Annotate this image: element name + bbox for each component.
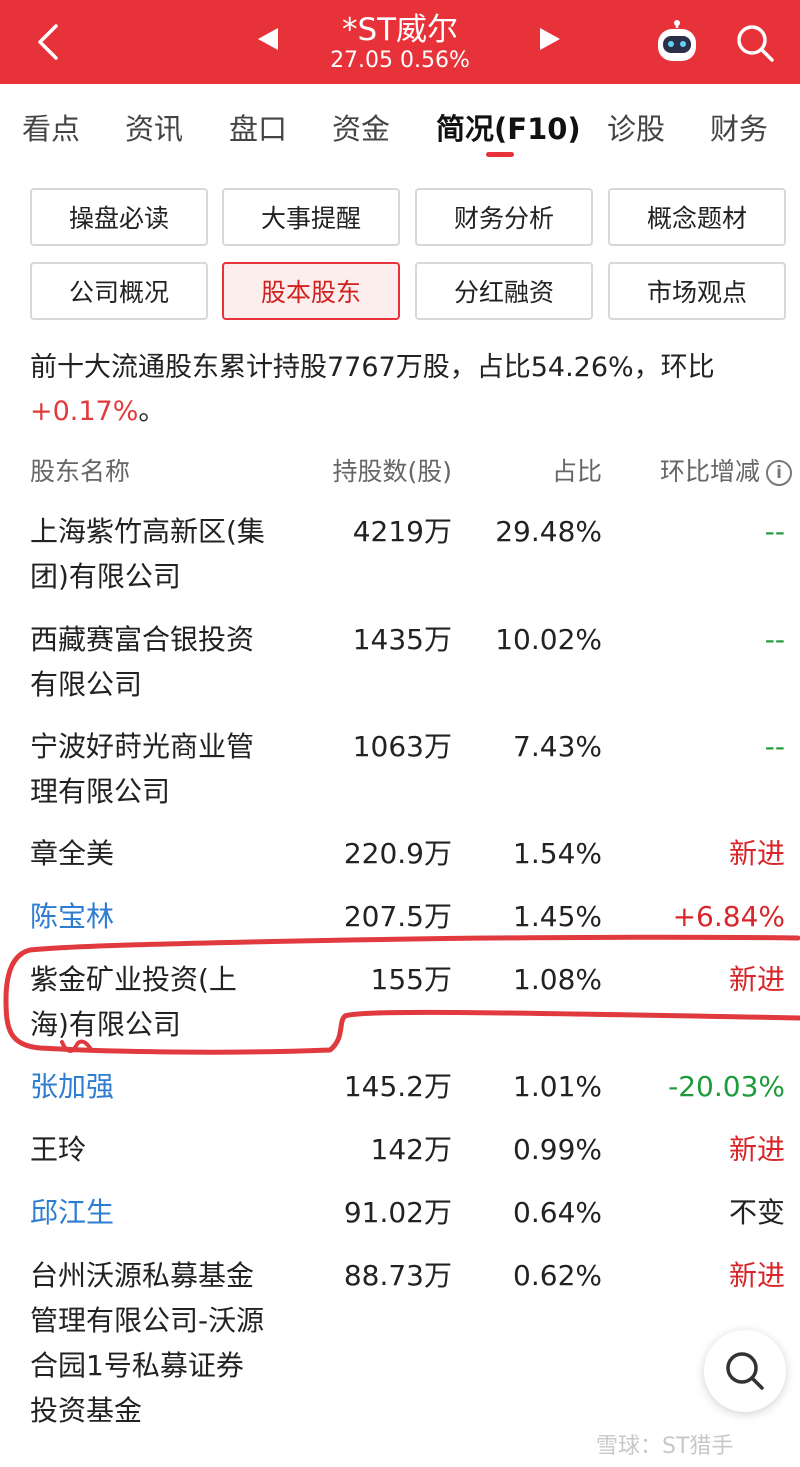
subtab-dividends[interactable]: 分红融资 [415, 262, 593, 320]
shareholder-shares: 1435万 [352, 623, 452, 656]
shareholder-pct: 0.99% [513, 1133, 602, 1166]
shareholder-change: 新进 [728, 1133, 785, 1166]
shareholder-name-link[interactable]: 邱江生 [30, 1190, 270, 1235]
shareholder-shares: 88.73万 [343, 1259, 452, 1292]
subtab-shareholders[interactable]: 股本股东 [222, 262, 400, 320]
info-icon[interactable]: i [766, 460, 792, 486]
shareholder-shares: 155万 [370, 963, 452, 996]
shareholder-shares: 207.5万 [343, 900, 452, 933]
summary-end: 。 [138, 396, 166, 427]
shareholder-pct: 29.48% [495, 515, 602, 548]
shareholder-change: -- [764, 623, 785, 656]
subtab-trading-guide[interactable]: 操盘必读 [30, 188, 208, 246]
tab-finance[interactable]: 财务 [710, 106, 768, 148]
header-shares: 持股数(股) [332, 457, 452, 486]
shareholder-shares: 145.2万 [343, 1070, 452, 1103]
float-search-icon[interactable] [704, 1330, 786, 1412]
subtab-market-views[interactable]: 市场观点 [608, 262, 786, 320]
shareholder-change: +6.84% [672, 900, 785, 933]
shareholder-change: -20.03% [668, 1070, 785, 1103]
active-tab-indicator [486, 152, 514, 157]
prev-stock-icon[interactable] [258, 28, 278, 50]
robot-assistant-icon[interactable] [654, 20, 700, 64]
summary-change: +0.17% [30, 396, 139, 427]
shareholder-change: 新进 [728, 837, 785, 870]
shareholder-pct: 0.62% [513, 1259, 602, 1292]
tab-diagnosis[interactable]: 诊股 [607, 106, 665, 148]
shareholder-pct: 1.08% [513, 963, 602, 996]
shareholder-pct: 1.54% [513, 837, 602, 870]
shareholder-shares: 4219万 [352, 515, 452, 548]
shareholder-change: 新进 [728, 1259, 785, 1292]
main-tabs: 看点 资讯 盘口 资金 简况(F10) 诊股 财务 [0, 84, 800, 166]
shareholder-shares: 1063万 [352, 730, 452, 763]
subtab-company-overview[interactable]: 公司概况 [30, 262, 208, 320]
shareholder-name: 宁波好莳光商业管理有限公司 [30, 730, 255, 808]
shareholder-change: -- [764, 515, 785, 548]
shareholder-change: 新进 [728, 963, 785, 996]
shareholder-name: 台州沃源私募基金管理有限公司-沃源合园1号私募证券投资基金 [30, 1259, 265, 1427]
tab-news[interactable]: 资讯 [125, 106, 183, 148]
shareholder-change: 不变 [728, 1196, 785, 1229]
watermark: 雪球：ST猎手 [596, 1434, 734, 1459]
shareholder-name-link[interactable]: 张加强 [30, 1064, 270, 1109]
search-icon[interactable] [734, 22, 776, 64]
shareholder-summary: 前十大流通股东累计持股7767万股，占比54.26%，环比 +0.17%。 [30, 346, 795, 434]
shareholder-pct: 7.43% [513, 730, 602, 763]
summary-text: 前十大流通股东累计持股7767万股，占比54.26%，环比 [30, 352, 715, 383]
shareholder-pct: 10.02% [495, 623, 602, 656]
shareholder-shares: 91.02万 [343, 1196, 452, 1229]
shareholder-name-link[interactable]: 陈宝林 [30, 894, 270, 939]
tab-highlights[interactable]: 看点 [22, 106, 80, 148]
tab-f10[interactable]: 简况(F10) [436, 106, 581, 148]
header-pct: 占比 [551, 457, 602, 486]
subtab-events[interactable]: 大事提醒 [222, 188, 400, 246]
shareholder-name: 上海紫竹高新区(集团)有限公司 [30, 515, 265, 593]
subtab-financial-analysis[interactable]: 财务分析 [415, 188, 593, 246]
shareholder-name: 章全美 [30, 837, 115, 870]
tab-capital[interactable]: 资金 [332, 106, 390, 148]
top-header: *ST威尔 27.05 0.56% [0, 0, 800, 84]
header-name: 股东名称 [30, 457, 131, 486]
tab-quotes[interactable]: 盘口 [229, 106, 287, 148]
shareholder-shares: 220.9万 [343, 837, 452, 870]
shareholder-pct: 1.45% [513, 900, 602, 933]
shareholder-name: 紫金矿业投资(上海)有限公司 [30, 963, 237, 1041]
shareholder-change: -- [764, 730, 785, 763]
shareholder-shares: 142万 [370, 1133, 452, 1166]
shareholder-name: 西藏赛富合银投资有限公司 [30, 623, 255, 701]
shareholder-pct: 1.01% [513, 1070, 602, 1103]
subtab-concepts[interactable]: 概念题材 [608, 188, 786, 246]
shareholder-pct: 0.64% [513, 1196, 602, 1229]
header-change: 环比增减 [659, 457, 760, 486]
next-stock-icon[interactable] [540, 28, 560, 50]
shareholder-name: 王玲 [30, 1133, 87, 1166]
